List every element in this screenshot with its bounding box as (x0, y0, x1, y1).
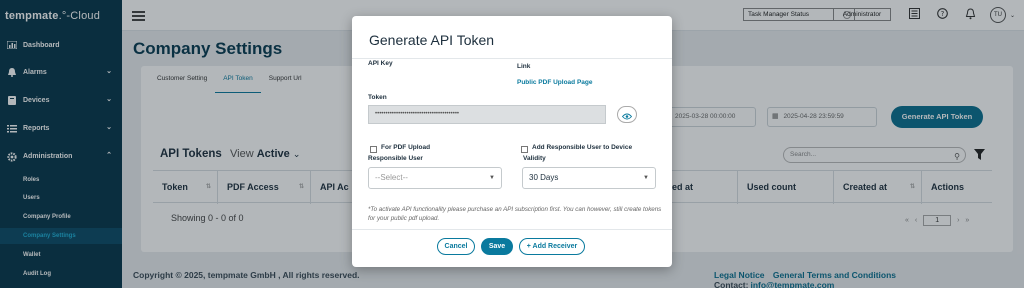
caret-down-icon: ▼ (643, 175, 649, 181)
pdf-upload-checkbox[interactable] (370, 146, 377, 153)
toggle-visibility-button[interactable] (617, 106, 637, 123)
validity-select[interactable]: 30 Days ▼ (522, 167, 656, 189)
link-label: Link (517, 63, 531, 70)
add-responsible-user-checkbox[interactable] (521, 146, 528, 153)
responsible-user-label: Responsible User (368, 155, 423, 162)
public-pdf-upload-link[interactable]: Public PDF Upload Page (517, 79, 592, 86)
responsible-user-placeholder: --Select-- (375, 173, 408, 182)
eye-icon (621, 107, 633, 124)
validity-label: Validity (523, 155, 546, 162)
token-field[interactable]: •••••••••••••••••••••••••••••••••••••••• (368, 105, 606, 124)
responsible-user-select[interactable]: --Select-- ▼ (368, 167, 502, 189)
add-responsible-user-label: Add Responsible User to Device (532, 144, 633, 151)
divider (352, 58, 672, 59)
token-label: Token (368, 94, 387, 101)
divider (352, 229, 672, 230)
validity-value: 30 Days (529, 173, 559, 182)
generate-api-token-dialog: Generate API Token API Key Link Public P… (352, 16, 672, 267)
add-receiver-button[interactable]: + Add Receiver (519, 238, 585, 255)
dialog-title: Generate API Token (369, 32, 495, 48)
cancel-button[interactable]: Cancel (437, 238, 475, 255)
pdf-upload-label: For PDF Upload (381, 144, 431, 151)
api-key-label: API Key (368, 60, 393, 67)
caret-down-icon: ▼ (489, 175, 495, 181)
api-subscription-note: *To activate API functionality please pu… (368, 206, 662, 222)
save-button[interactable]: Save (481, 238, 513, 255)
